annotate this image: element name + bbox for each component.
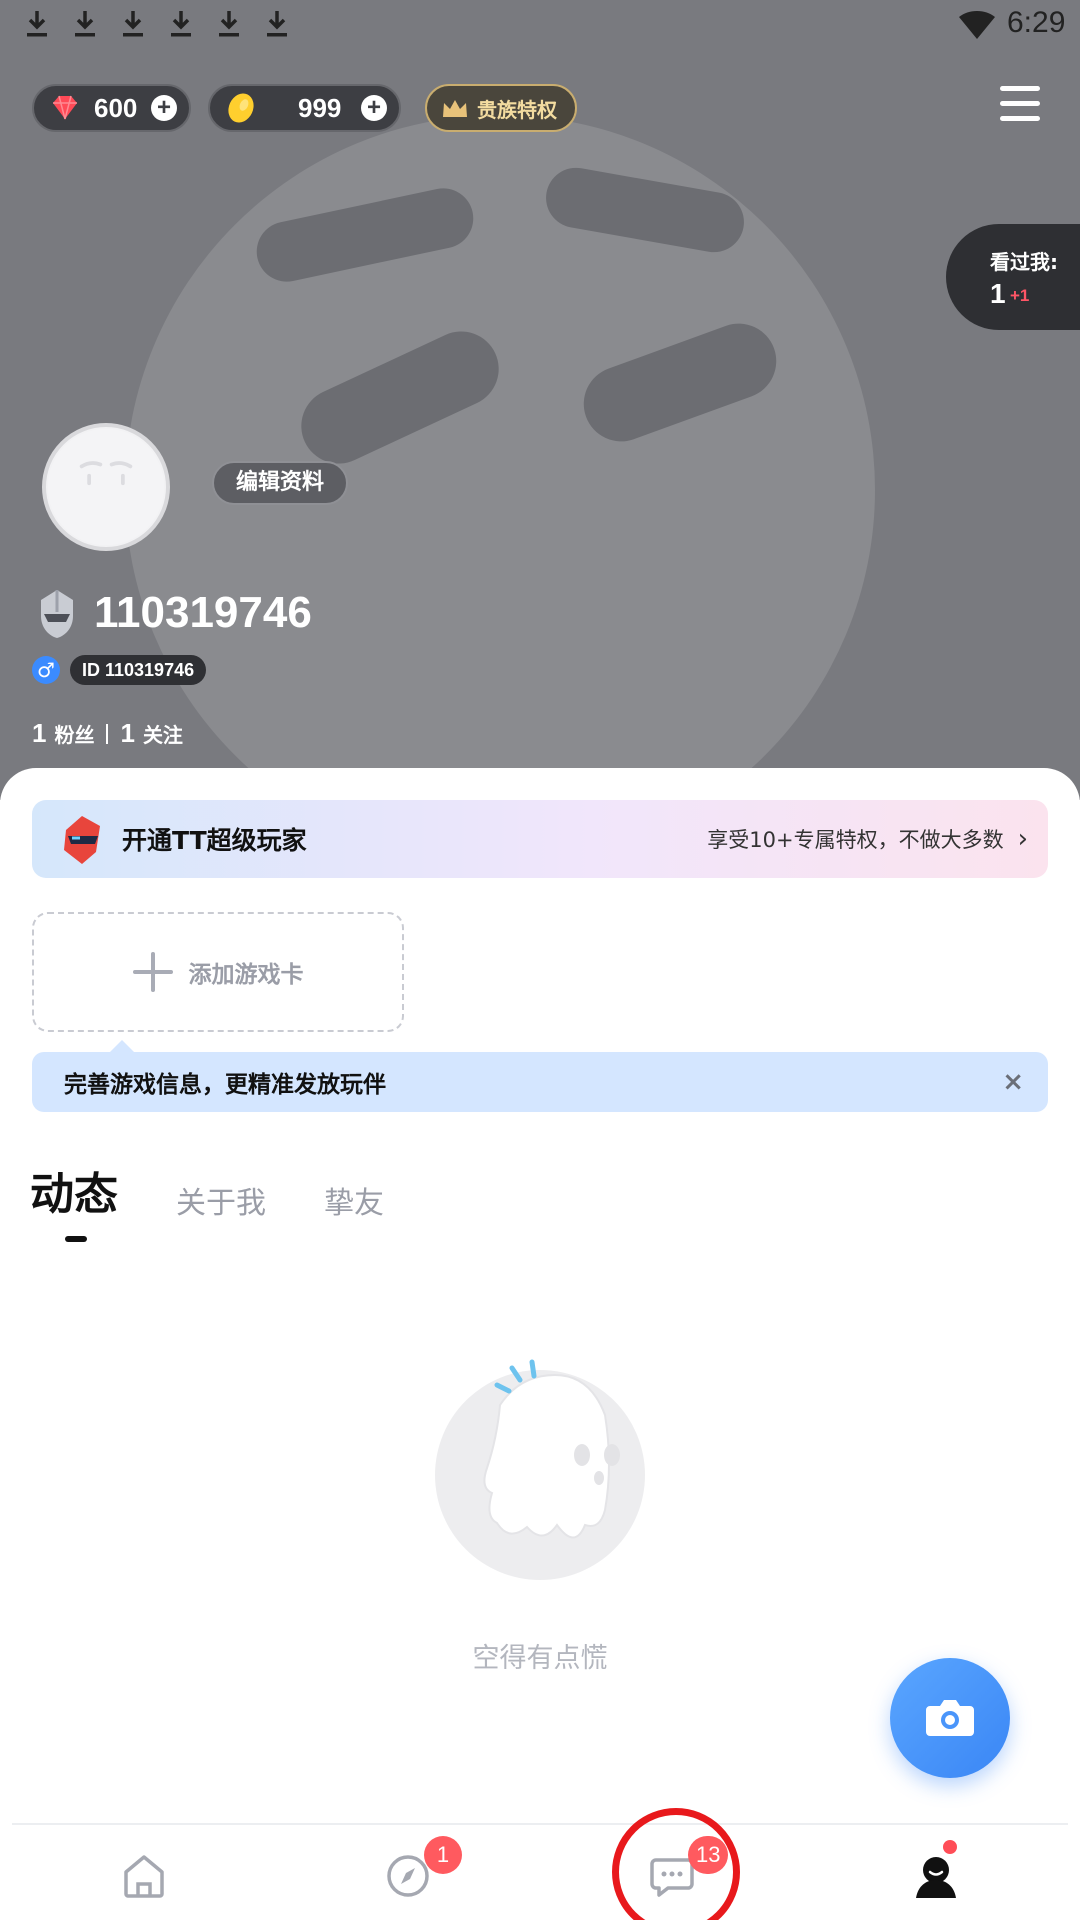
- following-label[interactable]: 关注: [143, 719, 183, 748]
- following-count[interactable]: 1: [120, 718, 134, 749]
- home-icon: [124, 1855, 164, 1898]
- gem-count: 600: [94, 92, 138, 123]
- game-info-tip: 完善游戏信息，更精准发放玩伴 ×: [32, 1052, 1048, 1112]
- status-time: 6:29: [1007, 6, 1066, 39]
- add-coins-button[interactable]: +: [361, 95, 387, 121]
- download-icon: [168, 8, 194, 38]
- me-notification-dot: [943, 1840, 957, 1854]
- user-id-tag[interactable]: ID 110319746: [70, 655, 207, 685]
- empty-ghost-illustration: [435, 1359, 645, 1580]
- nav-home[interactable]: [120, 1852, 168, 1900]
- coin-balance[interactable]: 999 +: [208, 84, 401, 132]
- chevron-right-icon: ›: [1017, 824, 1028, 854]
- add-game-card-button[interactable]: 添加游戏卡: [32, 912, 404, 1032]
- avatar[interactable]: [42, 423, 170, 551]
- follow-stats: 1 粉丝 1 关注: [32, 718, 183, 749]
- super-player-banner[interactable]: 开通TT超级玩家 享受10+专属特权，不做大多数 ›: [32, 800, 1048, 878]
- bottom-nav: [0, 1826, 1080, 1920]
- profile-tabs: 动态 关于我 挚友: [30, 1158, 442, 1242]
- add-gems-button[interactable]: +: [151, 95, 177, 121]
- fans-count[interactable]: 1: [32, 718, 46, 749]
- super-player-logo-icon: [64, 816, 100, 864]
- tab-close-friends[interactable]: 挚友: [324, 1178, 384, 1222]
- visitors-badge[interactable]: 看过我: 1 +1: [946, 224, 1080, 330]
- menu-icon[interactable]: [1000, 86, 1040, 122]
- header-face-illustration: [125, 115, 875, 800]
- discover-badge: 1: [424, 1836, 462, 1874]
- male-gender-icon: ♂: [32, 656, 60, 684]
- gem-balance[interactable]: 600 +: [32, 84, 191, 132]
- download-icon: [72, 8, 98, 38]
- avatar-face-icon: [47, 428, 165, 546]
- edit-profile-button[interactable]: 编辑资料: [212, 461, 348, 505]
- game-info-tip-text: 完善游戏信息，更精准发放玩伴: [64, 1072, 386, 1098]
- download-icon: [216, 8, 242, 38]
- add-game-card-label: 添加游戏卡: [188, 962, 304, 988]
- visitors-label: 看过我:: [990, 250, 1058, 274]
- download-icon: [264, 8, 290, 38]
- noble-label: 贵族特权: [477, 97, 557, 122]
- nav-me[interactable]: [912, 1852, 960, 1900]
- plus-icon: [132, 952, 173, 992]
- camera-post-button[interactable]: [890, 1658, 1010, 1778]
- person-icon: [916, 1857, 956, 1898]
- crown-icon: [443, 100, 467, 117]
- download-icon: [120, 8, 146, 38]
- tab-about-me[interactable]: 关于我: [176, 1178, 266, 1222]
- coin-count: 999: [298, 92, 342, 123]
- wifi-icon: [958, 10, 996, 40]
- super-player-title: 开通TT超级玩家: [122, 826, 307, 855]
- fans-label[interactable]: 粉丝: [54, 719, 94, 748]
- coin-icon: [228, 93, 254, 123]
- tab-moments[interactable]: 动态: [30, 1158, 118, 1242]
- visitors-count: 1: [990, 278, 1006, 309]
- nickname: 110319746: [94, 588, 312, 637]
- close-tip-icon[interactable]: ×: [1002, 1067, 1024, 1097]
- visitors-new: +1: [1010, 286, 1030, 305]
- noble-privilege-button[interactable]: 贵族特权: [425, 84, 577, 132]
- download-icon: [24, 8, 50, 38]
- gem-icon: [53, 95, 77, 120]
- camera-icon: [926, 1700, 974, 1736]
- status-bar: 6:29: [0, 0, 1080, 50]
- super-player-desc: 享受10+专属特权，不做大多数: [707, 828, 1004, 852]
- knight-helmet-icon: [41, 590, 73, 638]
